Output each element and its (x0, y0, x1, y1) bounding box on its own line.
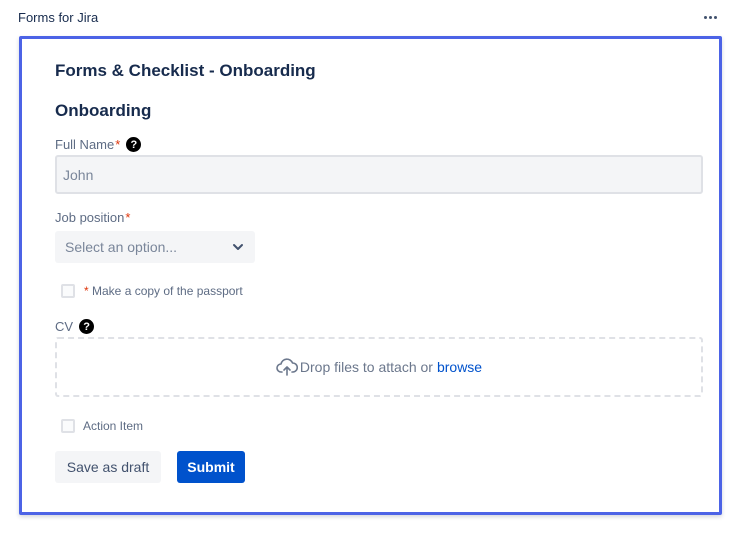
passport-label-text: Make a copy of the passport (92, 284, 243, 298)
submit-button[interactable]: Submit (177, 451, 245, 483)
form-title: Forms & Checklist - Onboarding (55, 61, 316, 80)
required-mark: * (84, 284, 89, 298)
job-position-label-text: Job position (55, 210, 125, 225)
cv-label: CV ? (55, 319, 95, 334)
chevron-down-icon (233, 244, 243, 250)
required-mark: * (115, 137, 121, 152)
app-header: Forms for Jira (0, 0, 745, 36)
action-item-label[interactable]: Action Item (83, 419, 143, 433)
action-item-checkbox[interactable] (61, 419, 75, 433)
job-position-label: Job position * (55, 210, 130, 225)
help-icon[interactable]: ? (126, 137, 142, 152)
cloud-upload-icon (276, 358, 298, 376)
dropzone-text: Drop files to attach or (299, 359, 433, 375)
cv-label-text: CV (55, 319, 74, 334)
full-name-label: Full Name * ? (55, 137, 142, 152)
app-title: Forms for Jira (18, 10, 99, 25)
full-name-label-text: Full Name (55, 137, 115, 152)
file-dropzone[interactable]: Drop files to attach or browse (55, 337, 703, 397)
passport-checkbox-label[interactable]: * Make a copy of the passport (83, 284, 243, 298)
save-as-draft-button[interactable]: Save as draft (55, 451, 161, 483)
passport-checkbox[interactable] (61, 284, 75, 298)
form-panel: Forms & Checklist - Onboarding Onboardin… (19, 36, 722, 515)
section-title: Onboarding (55, 101, 152, 120)
required-mark: * (125, 210, 131, 225)
job-position-select[interactable]: Select an option... (55, 231, 255, 263)
more-icon[interactable] (702, 10, 720, 24)
browse-link[interactable]: browse (437, 359, 482, 375)
help-icon[interactable]: ? (79, 319, 95, 334)
full-name-input[interactable] (55, 155, 703, 194)
select-value: Select an option... (65, 239, 178, 255)
